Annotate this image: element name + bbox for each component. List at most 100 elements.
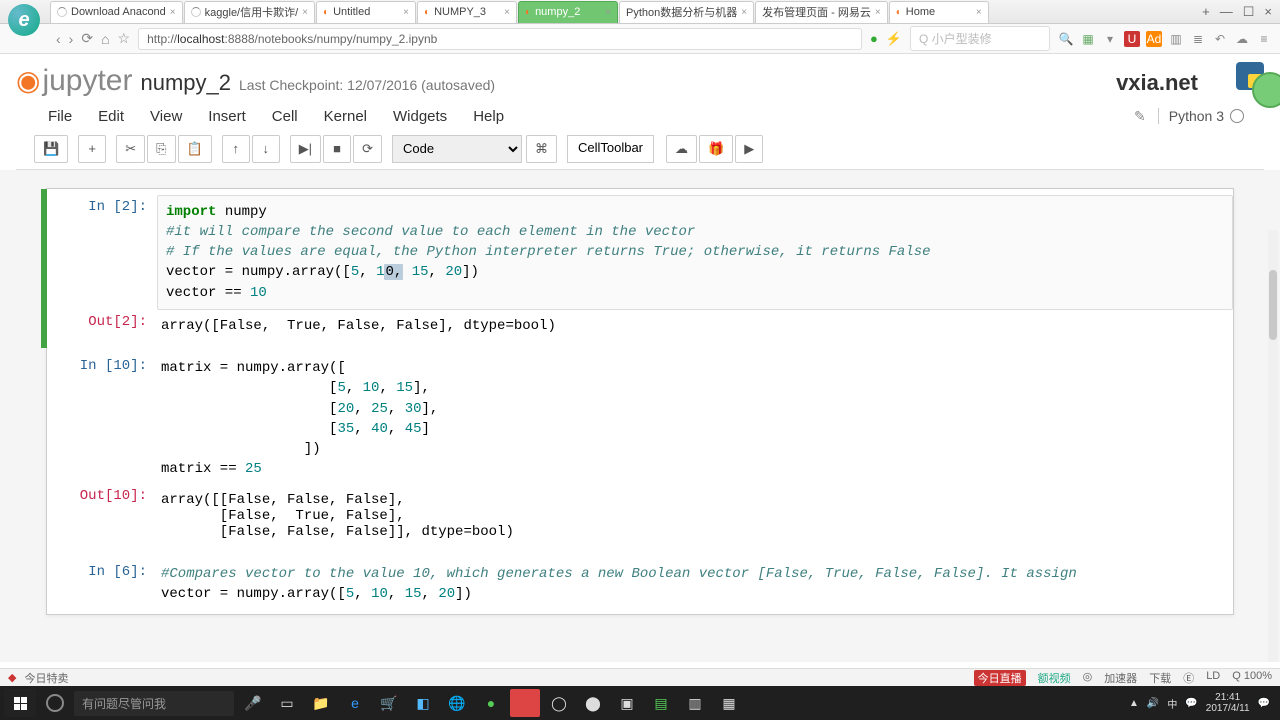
ime-icon[interactable]: 中 (1167, 696, 1177, 711)
home-icon[interactable]: ⌂ (101, 31, 109, 47)
move-up-button[interactable]: ↑ (222, 135, 250, 163)
ext-icon[interactable]: ▥ (1168, 31, 1184, 47)
search-icon[interactable]: 🔍 (1058, 31, 1074, 47)
tray-icon[interactable]: 🔊 (1147, 698, 1159, 709)
status-item[interactable]: 加速器 (1104, 670, 1137, 686)
app-icon[interactable]: ▣ (612, 689, 642, 717)
browser-tab[interactable]: ◐NUMPY_3× (417, 1, 517, 23)
close-window-icon[interactable]: × (1264, 4, 1272, 20)
grid-icon[interactable]: ▦ (1080, 31, 1096, 47)
paste-button[interactable]: 📋 (178, 135, 212, 163)
search-field[interactable]: Q 小户型装修 (910, 26, 1050, 51)
close-icon[interactable]: × (741, 7, 747, 18)
undo-icon[interactable]: ↶ (1212, 31, 1228, 47)
close-icon[interactable]: × (302, 7, 308, 18)
notifications-icon[interactable]: 💬 (1258, 698, 1270, 709)
browser-tab[interactable]: Download Anacond× (50, 1, 183, 23)
maximize-icon[interactable]: ☐ (1243, 4, 1255, 20)
menu-insert[interactable]: Insert (208, 108, 246, 125)
browser-tab[interactable]: ◐Untitled× (316, 1, 416, 23)
clock[interactable]: 21:412017/4/11 (1206, 692, 1250, 714)
close-icon[interactable]: × (605, 7, 611, 18)
command-palette-button[interactable]: ⌘ (526, 135, 557, 163)
stop-button[interactable]: ■ (323, 135, 351, 163)
status-item[interactable]: 下载 (1149, 670, 1171, 686)
url-field[interactable]: http://localhost:8888/notebooks/numpy/nu… (138, 28, 862, 50)
video-button[interactable]: ▶ (735, 135, 763, 163)
menu-widgets[interactable]: Widgets (393, 108, 447, 125)
taskview-icon[interactable]: ▭ (272, 689, 302, 717)
ext-icon[interactable]: ≣ (1190, 31, 1206, 47)
menu-help[interactable]: Help (473, 108, 504, 125)
app-icon[interactable]: ◧ (408, 689, 438, 717)
menu-kernel[interactable]: Kernel (324, 108, 367, 125)
close-icon[interactable]: × (170, 7, 176, 18)
browser-tab[interactable]: Python数据分析与机器× (619, 1, 754, 23)
add-cell-button[interactable]: + (78, 135, 106, 163)
cell-type-select[interactable]: Code (392, 135, 522, 163)
browser-tab[interactable]: 发布管理页面 - 网易云× (755, 1, 888, 23)
status-item[interactable]: 额视频 (1038, 670, 1071, 686)
notebook-area[interactable]: In [2]: import numpy #it will compare th… (0, 170, 1280, 662)
ext-icon[interactable]: Ad (1146, 31, 1162, 47)
favorite-icon[interactable]: ☆ (118, 30, 131, 47)
jupyter-logo[interactable]: ◉jupyter (16, 64, 132, 98)
status-item[interactable]: ◎ (1083, 670, 1093, 686)
app-icon[interactable]: P (510, 689, 540, 717)
app-icon[interactable]: e (340, 689, 370, 717)
notebook-name[interactable]: numpy_2 (140, 70, 231, 96)
close-icon[interactable]: × (875, 7, 881, 18)
code-cell[interactable]: In [6]: #Compares vector to the value 10… (47, 554, 1233, 615)
scrollbar[interactable] (1268, 230, 1278, 662)
app-icon[interactable]: ▤ (646, 689, 676, 717)
app-icon[interactable]: ◯ (544, 689, 574, 717)
app-icon[interactable]: 🛒 (374, 689, 404, 717)
close-icon[interactable]: × (403, 7, 409, 18)
back-icon[interactable]: ‹ (56, 31, 61, 47)
code-cell[interactable]: In [2]: import numpy #it will compare th… (41, 189, 1233, 348)
code-cell[interactable]: In [10]: matrix = numpy.array([ [5, 10, … (47, 348, 1233, 554)
restart-button[interactable]: ⟳ (353, 135, 382, 163)
status-left[interactable]: 今日特卖 (24, 670, 68, 686)
code-input[interactable]: matrix = numpy.array([ [5, 10, 15], [20,… (157, 354, 1233, 484)
scrollbar-thumb[interactable] (1269, 270, 1277, 340)
cloud-upload-button[interactable]: ☁ (666, 135, 697, 163)
menu-edit[interactable]: Edit (98, 108, 124, 125)
copy-button[interactable]: ⎘ (147, 135, 175, 163)
app-icon[interactable]: ▥ (680, 689, 710, 717)
app-icon[interactable]: ▦ (714, 689, 744, 717)
minimize-icon[interactable]: — (1220, 4, 1233, 20)
status-item[interactable]: Q 100% (1232, 670, 1272, 686)
taskbar-search[interactable]: 有问题尽管问我 (74, 691, 234, 716)
new-tab-icon[interactable]: + (1202, 4, 1210, 20)
ext-icon[interactable]: ▾ (1102, 31, 1118, 47)
cloud-icon[interactable]: ☁ (1234, 31, 1250, 47)
code-input[interactable]: #Compares vector to the value 10, which … (157, 560, 1233, 609)
forward-icon[interactable]: › (69, 31, 74, 47)
close-icon[interactable]: × (504, 7, 510, 18)
cortana-icon[interactable] (40, 689, 70, 717)
reload-icon[interactable]: ⟳ (81, 30, 93, 47)
browser-tab[interactable]: ◐Home× (889, 1, 989, 23)
browser-tab[interactable]: kaggle/信用卡欺诈/× (184, 1, 315, 23)
app-icon[interactable]: ⬤ (578, 689, 608, 717)
run-button[interactable]: ▶| (290, 135, 321, 163)
network-icon[interactable]: 💬 (1185, 698, 1197, 709)
menu-icon[interactable]: ≡ (1256, 31, 1272, 47)
mic-icon[interactable]: 🎤 (238, 689, 268, 717)
code-input[interactable]: import numpy #it will compare the second… (157, 195, 1233, 310)
app-icon[interactable]: 🌐 (442, 689, 472, 717)
menu-file[interactable]: File (48, 108, 72, 125)
edit-icon[interactable]: ✎ (1134, 108, 1146, 125)
app-icon[interactable]: ● (476, 689, 506, 717)
status-item[interactable]: 今日直播 (974, 670, 1026, 686)
menu-cell[interactable]: Cell (272, 108, 298, 125)
tray-icon[interactable]: ▲ (1129, 698, 1139, 709)
ext-icon[interactable]: U (1124, 31, 1140, 47)
menu-view[interactable]: View (150, 108, 182, 125)
status-item[interactable]: Ⓔ (1183, 670, 1194, 686)
status-item[interactable]: LD (1206, 670, 1220, 686)
gift-button[interactable]: 🎁 (699, 135, 733, 163)
cell-toolbar-button[interactable]: CellToolbar (567, 135, 654, 163)
cut-button[interactable]: ✂ (116, 135, 145, 163)
